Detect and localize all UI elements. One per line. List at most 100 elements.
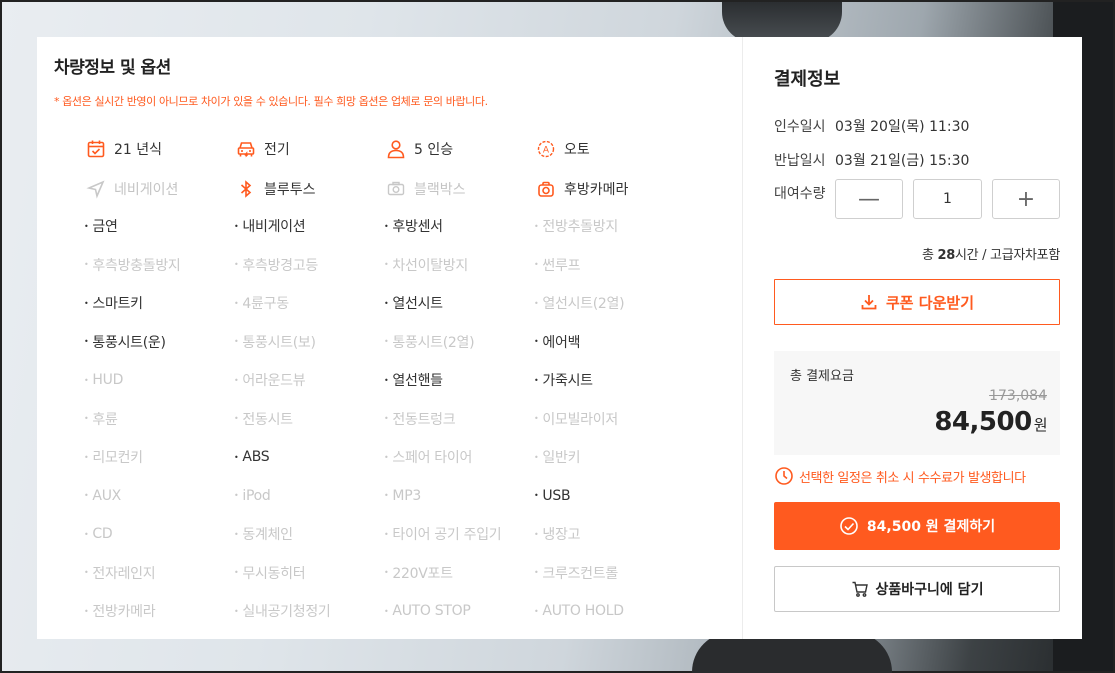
svg-text:A: A (543, 146, 550, 156)
option-item: 열선시트(2열) (534, 284, 684, 323)
feature-dashcam: 블랙박스 (386, 169, 536, 209)
pickup-label: 인수일시 (774, 119, 826, 135)
option-item: 에어백 (534, 323, 684, 362)
option-item: 내비게이션 (234, 207, 384, 246)
option-item: USB (534, 477, 684, 516)
option-item: 실내공기청정기 (234, 592, 384, 631)
total-time-hours: 28 (937, 248, 955, 263)
dashcam-icon (387, 181, 405, 196)
quantity-decrease-button[interactable]: — (835, 179, 903, 219)
feature-label: 21 년식 (114, 142, 163, 158)
option-item: ABS (234, 438, 384, 477)
feature-label: 블루투스 (264, 182, 316, 198)
option-item: 썬루프 (534, 246, 684, 285)
payment-section: 결제정보 인수일시 03월 20일(목) 11:30 반납일시 03월 21일(… (743, 37, 1082, 639)
background-shape (722, 2, 842, 42)
feature-year: 21 년식 (86, 129, 236, 169)
camera-icon (538, 181, 554, 197)
option-item: 리모컨키 (84, 438, 234, 477)
option-item: 통풍시트(보) (234, 323, 384, 362)
option-item: 크루즈컨트롤 (534, 554, 684, 593)
option-item: 후측방충돌방지 (84, 246, 234, 285)
feature-row: 21 년식 전기 5 인승 A 오토 (54, 129, 725, 169)
total-price-label: 총 결제요금 (790, 369, 854, 384)
price-summary: 총 결제요금 173,084 84,500 원 (774, 351, 1060, 455)
option-item: 220V포트 (384, 554, 534, 593)
option-item: 열선시트 (384, 284, 534, 323)
option-item: AUX (84, 477, 234, 516)
feature-navigation: 네비게이션 (86, 169, 236, 209)
option-notice: * 옵션은 실시간 반영이 아니므로 차이가 있을 수 있습니다. 필수 희망 … (54, 95, 488, 108)
navigation-icon (86, 180, 105, 199)
vehicle-info-section: 차량정보 및 옵션 * 옵션은 실시간 반영이 아니므로 차이가 있을 수 있습… (37, 37, 743, 639)
option-item: 전자레인지 (84, 554, 234, 593)
cancellation-warning: 선택한 일정은 취소 시 수수료가 발생합니다 (774, 466, 1060, 486)
quantity-input[interactable]: 1 (913, 179, 982, 219)
option-item: 후측방경고등 (234, 246, 384, 285)
car-icon (237, 142, 255, 158)
payment-title: 결제정보 (774, 69, 841, 90)
check-circle-icon (840, 517, 858, 535)
option-item: 가죽시트 (534, 361, 684, 400)
feature-label: 후방카메라 (564, 182, 629, 198)
warning-text: 선택한 일정은 취소 시 수수료가 발생합니다 (799, 470, 1026, 486)
option-item: 스마트키 (84, 284, 234, 323)
feature-label: 전기 (264, 142, 290, 158)
cart-button-label: 상품바구니에 담기 (875, 582, 984, 598)
feature-fuel: 전기 (236, 129, 386, 169)
option-item: 타이어 공기 주입기 (384, 515, 534, 554)
option-item: 통풍시트(2열) (384, 323, 534, 362)
option-item: 무시동히터 (234, 554, 384, 593)
pickup-value: 03월 20일(목) 11:30 (835, 119, 970, 135)
original-price: 173,084 (989, 388, 1047, 404)
feature-label: 블랙박스 (414, 182, 466, 198)
option-list: 금연내비게이션후방센서전방추돌방지후측방충돌방지후측방경고등차선이탈방지썬루프스… (54, 207, 725, 631)
option-item: 금연 (84, 207, 234, 246)
option-item: HUD (84, 361, 234, 400)
final-price-value: 84,500 (934, 407, 1032, 437)
feature-row: 네비게이션 블루투스 블랙박스 후방카메라 (54, 169, 725, 209)
option-item: 후방센서 (384, 207, 534, 246)
total-rental-time: 총 28시간 / 고급자차포함 (774, 244, 1060, 263)
option-item: 이모빌라이저 (534, 400, 684, 439)
coupon-label: 쿠폰 다운받기 (885, 293, 975, 312)
feature-label: 네비게이션 (114, 182, 179, 198)
return-row: 반납일시 03월 21일(금) 15:30 (774, 143, 1060, 177)
feature-seats: 5 인승 (386, 129, 536, 169)
feature-label: 5 인승 (414, 142, 454, 158)
pay-button[interactable]: 84,500 원 결제하기 (774, 502, 1060, 550)
final-price: 84,500 원 (934, 407, 1047, 437)
option-item: 전방추돌방지 (534, 207, 684, 246)
clock-icon (775, 467, 793, 485)
option-item: 일반키 (534, 438, 684, 477)
option-item: 전동트렁크 (384, 400, 534, 439)
return-value: 03월 21일(금) 15:30 (835, 153, 970, 169)
option-item: MP3 (384, 477, 534, 516)
coupon-download-button[interactable]: 쿠폰 다운받기 (774, 279, 1060, 325)
bluetooth-icon (240, 180, 252, 198)
auto-icon: A (537, 140, 555, 158)
option-item: AUTO HOLD (534, 592, 684, 631)
quantity-increase-button[interactable]: + (992, 179, 1060, 219)
option-item: 동계체인 (234, 515, 384, 554)
option-item: 어라운드뷰 (234, 361, 384, 400)
option-item: 전동시트 (234, 400, 384, 439)
return-label: 반납일시 (774, 153, 826, 169)
quantity-row: 대여수량 — 1 + (774, 179, 1060, 219)
option-item: 통풍시트(운) (84, 323, 234, 362)
vehicle-info-title: 차량정보 및 옵션 (54, 58, 171, 78)
feature-rear-camera: 후방카메라 (536, 169, 686, 209)
option-item: 후륜 (84, 400, 234, 439)
booking-card: 차량정보 및 옵션 * 옵션은 실시간 반영이 아니므로 차이가 있을 수 있습… (37, 37, 1082, 639)
option-item: AUTO STOP (384, 592, 534, 631)
option-item: 차선이탈방지 (384, 246, 534, 285)
feature-bluetooth: 블루투스 (236, 169, 386, 209)
total-time-prefix: 총 (921, 248, 938, 263)
option-item: 스페어 타이어 (384, 438, 534, 477)
total-time-suffix: 시간 / 고급자차포함 (954, 248, 1060, 263)
calendar-icon (87, 140, 105, 158)
feature-label: 오토 (564, 142, 590, 158)
add-to-cart-button[interactable]: 상품바구니에 담기 (774, 566, 1060, 612)
option-item: 4륜구동 (234, 284, 384, 323)
quantity-label: 대여수량 (774, 186, 826, 202)
